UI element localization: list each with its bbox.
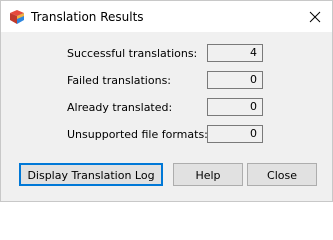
help-button[interactable]: Help — [173, 163, 243, 186]
display-translation-log-button[interactable]: Display Translation Log — [19, 163, 163, 186]
failed-translations-value: 0 — [207, 71, 263, 89]
window-title: Translation Results — [31, 10, 144, 24]
unsupported-file-formats-label: Unsupported file formats: — [67, 128, 208, 141]
successful-translations-label: Successful translations: — [67, 47, 198, 60]
close-button[interactable]: Close — [247, 163, 317, 186]
already-translated-value: 0 — [207, 98, 263, 116]
already-translated-label: Already translated: — [67, 101, 173, 114]
app-cube-icon — [9, 9, 25, 25]
title-bar: Translation Results — [1, 1, 332, 32]
failed-translations-label: Failed translations: — [67, 74, 172, 87]
unsupported-file-formats-value: 0 — [207, 125, 263, 143]
translation-results-dialog: Translation Results Successful translati… — [0, 0, 333, 202]
close-icon[interactable] — [298, 1, 332, 32]
successful-translations-value: 4 — [207, 44, 263, 62]
